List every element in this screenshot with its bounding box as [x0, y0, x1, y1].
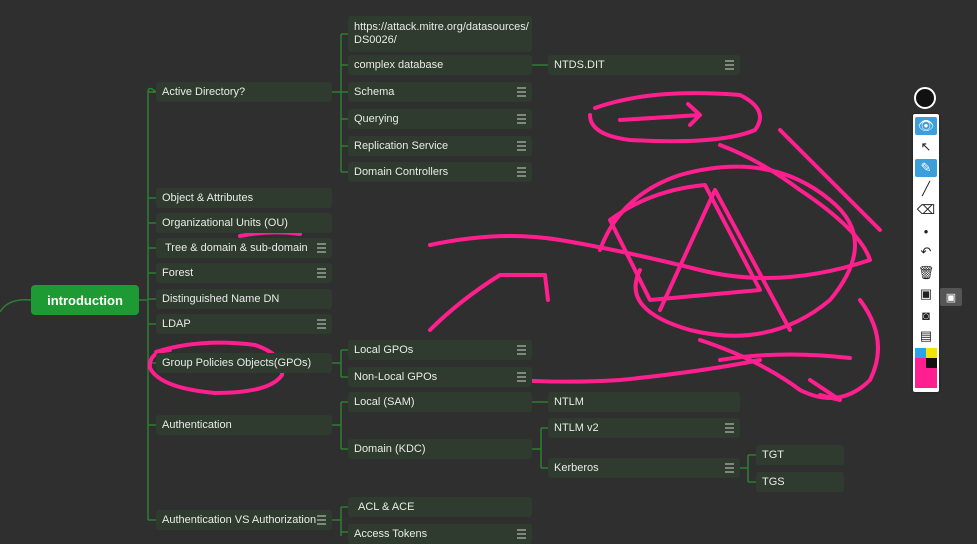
node-label: Kerberos [554, 461, 599, 474]
node-kerberos[interactable]: Kerberos [548, 458, 740, 478]
note-icon[interactable] [317, 243, 326, 253]
color-swatch-icon[interactable] [915, 348, 937, 388]
node-local-gpos[interactable]: Local GPOs [348, 340, 532, 360]
node-ldap[interactable]: LDAP [156, 314, 332, 334]
eye-icon[interactable]: 👁 [915, 117, 937, 135]
node-label: Replication Service [354, 139, 449, 152]
node-active-directory[interactable]: Active Directory? [156, 82, 332, 102]
node-schema[interactable]: Schema [348, 82, 532, 102]
node-querying[interactable]: Querying [348, 109, 532, 129]
pointer-icon[interactable]: ↖ [915, 138, 937, 156]
note-icon[interactable] [317, 268, 326, 278]
trash-icon[interactable]: 🗑 [915, 264, 937, 282]
pen-icon[interactable] [914, 87, 936, 109]
node-authentication[interactable]: Authentication [156, 415, 332, 435]
node-label: Organizational Units (OU) [162, 216, 288, 229]
note-icon[interactable] [517, 372, 526, 382]
node-tgs[interactable]: TGS [756, 472, 844, 492]
node-label: TGT [762, 448, 784, 461]
node-auth-vs-authz[interactable]: Authentication VS Authorization [156, 510, 332, 530]
node-label: TGS [762, 475, 785, 488]
node-ntlm[interactable]: NTLM [548, 392, 740, 412]
node-label: Authentication VS Authorization [162, 513, 317, 526]
node-label: Local GPOs [354, 343, 414, 356]
node-non-local-gpos[interactable]: Non-Local GPOs [348, 367, 532, 387]
note-icon[interactable] [517, 529, 526, 539]
node-label: complex database [354, 58, 444, 71]
note-icon[interactable] [517, 345, 526, 355]
node-label: Non-Local GPOs [354, 370, 438, 383]
node-forest[interactable]: Forest [156, 263, 332, 283]
node-label: Local (SAM) [354, 395, 415, 408]
node-label: ACL & ACE [358, 500, 415, 513]
node-label: Forest [162, 266, 194, 279]
node-label: NTLM v2 [554, 421, 599, 434]
node-label: NTDS.DIT [554, 58, 605, 71]
node-label: https://attack.mitre.org/datasources/ DS… [354, 21, 529, 46]
node-label: Active Directory? [162, 85, 246, 98]
node-label: Tree & domain & sub-domain [165, 241, 308, 254]
node-tree-domain[interactable]: Tree & domain & sub-domain [156, 238, 332, 258]
node-acl-ace[interactable]: ACL & ACE [348, 497, 532, 517]
node-mitre-url[interactable]: https://attack.mitre.org/datasources/ DS… [348, 16, 532, 52]
node-label: Domain Controllers [354, 165, 449, 178]
node-group-policies[interactable]: Group Policies Objects(GPOs) [156, 353, 332, 373]
node-ntds-dit[interactable]: NTDS.DIT [548, 55, 740, 75]
marker-icon[interactable]: ╱ [915, 180, 937, 198]
node-label: Access Tokens [354, 527, 428, 540]
annotation-toolbar: 👁 ↖ ✎ ╱ ⌫ • ↶ 🗑 ▣ ◙ ▤ [913, 114, 939, 392]
node-ntlm-v2[interactable]: NTLM v2 [548, 418, 740, 438]
note-icon[interactable] [517, 167, 526, 177]
note-icon[interactable] [517, 114, 526, 124]
node-access-tokens[interactable]: Access Tokens [348, 524, 532, 544]
node-tgt[interactable]: TGT [756, 445, 844, 465]
note-icon[interactable] [725, 423, 734, 433]
undo-icon[interactable]: ↶ [915, 243, 937, 261]
node-label: LDAP [162, 317, 191, 330]
node-label: Schema [354, 85, 395, 98]
node-label: Object & Attributes [162, 191, 254, 204]
node-domain-kdc[interactable]: Domain (KDC) [348, 439, 532, 459]
note-icon[interactable] [725, 463, 734, 473]
note-icon[interactable] [317, 319, 326, 329]
clipboard-icon[interactable]: ▤ [915, 327, 937, 345]
node-label: Authentication [162, 418, 232, 431]
node-label: NTLM [554, 395, 584, 408]
dot-size-icon[interactable]: • [915, 222, 937, 240]
node-distinguished-name[interactable]: Distinguished Name DN [156, 289, 332, 309]
root-node[interactable]: introduction [31, 285, 139, 315]
node-label: Group Policies Objects(GPOs) [162, 356, 312, 369]
note-icon[interactable] [517, 87, 526, 97]
note-icon[interactable] [725, 60, 734, 70]
eraser-icon[interactable]: ⌫ [915, 201, 937, 219]
node-complex-database[interactable]: complex database [348, 55, 532, 75]
note-icon[interactable] [317, 515, 326, 525]
node-label: Querying [354, 112, 399, 125]
node-organizational-units[interactable]: Organizational Units (OU) [156, 213, 332, 233]
whiteboard-icon[interactable]: ▣ [915, 285, 937, 303]
highlighter-icon[interactable]: ✎ [915, 159, 937, 177]
node-object-attributes[interactable]: Object & Attributes [156, 188, 332, 208]
node-local-sam[interactable]: Local (SAM) [348, 392, 532, 412]
node-replication-service[interactable]: Replication Service [348, 136, 532, 156]
screen-capture-icon[interactable]: ▣ [940, 288, 962, 306]
node-label: Domain (KDC) [354, 442, 426, 455]
node-domain-controllers[interactable]: Domain Controllers [348, 162, 532, 182]
node-label: Distinguished Name DN [162, 292, 280, 305]
note-icon[interactable] [517, 141, 526, 151]
camera-icon[interactable]: ◙ [915, 306, 937, 324]
